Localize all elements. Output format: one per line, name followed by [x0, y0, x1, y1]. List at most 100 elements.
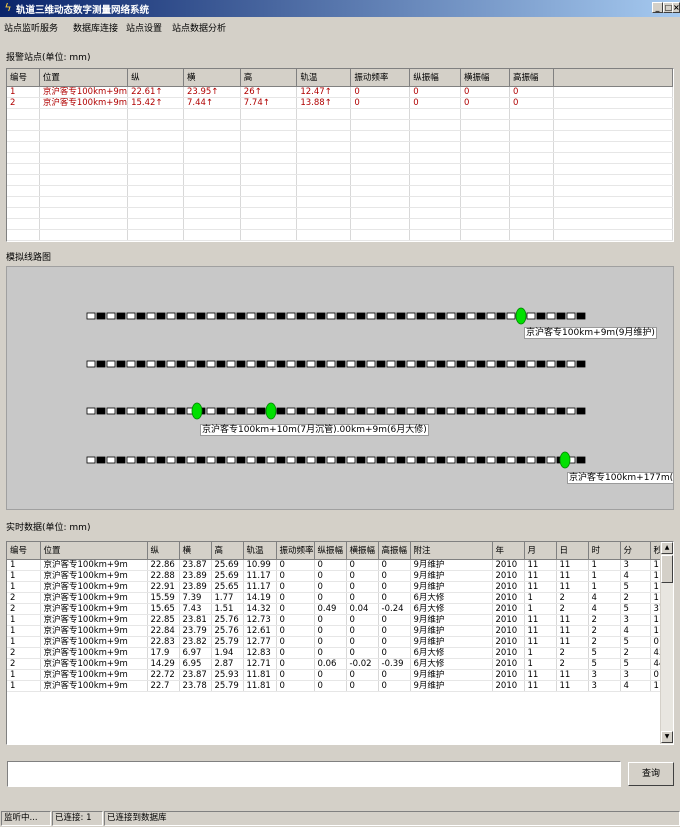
- column-header[interactable]: 月: [524, 542, 557, 560]
- column-header[interactable]: 附注: [410, 542, 493, 560]
- table-cell: 12.83: [243, 647, 277, 659]
- scroll-up-icon[interactable]: ▲: [661, 542, 673, 554]
- column-header-filler: [553, 69, 673, 87]
- table-row[interactable]: 2 京沪客专100km+9m 15.59 7.39 1.77 14.19 0 0 0 0 6月大修 2…: [7, 592, 670, 604]
- table-cell: [240, 119, 298, 131]
- column-header[interactable]: 纵振幅: [314, 542, 347, 560]
- table-row[interactable]: 1 京沪客专100km+9m 22.7 23.78 25.79 11.81 0 0 0 0 9月维护…: [7, 680, 670, 692]
- status-bar: 监听中... 已连接: 1 已连接到数据库: [0, 809, 680, 827]
- menu-listen-service[interactable]: 站点监听服务: [4, 21, 58, 34]
- column-header[interactable]: 横: [179, 542, 212, 560]
- table-cell: 1: [524, 658, 557, 670]
- table-cell: 0: [378, 680, 411, 692]
- realtime-scrollbar[interactable]: ▲ ▼: [660, 542, 673, 744]
- table-cell: [127, 141, 184, 153]
- table-cell: [409, 152, 462, 164]
- column-header[interactable]: 位置: [39, 69, 129, 87]
- station-marker[interactable]: [191, 402, 203, 420]
- column-header[interactable]: 高: [240, 69, 298, 87]
- minimize-button[interactable]: _: [652, 2, 663, 13]
- column-header[interactable]: 高振幅: [378, 542, 411, 560]
- table-row[interactable]: 1 京沪客专100km+9m 22.91 23.89 25.65 11.17 0 0 0 0 9月维…: [7, 581, 670, 593]
- table-cell: 京沪客专100km+9m: [40, 559, 148, 571]
- table-cell: [460, 174, 510, 186]
- table-cell: 京沪客专100km+9m: [40, 603, 148, 615]
- table-cell: [39, 163, 129, 175]
- track-segment: [296, 407, 306, 415]
- table-cell: [553, 141, 673, 153]
- table-row[interactable]: 1 京沪客专100km+9m 22.83 23.82 25.79 12.77 0 0 0 0 9月维…: [7, 636, 670, 648]
- column-header[interactable]: 编号: [7, 542, 41, 560]
- table-row[interactable]: 2 京沪客专100km+9m 17.9 6.97 1.94 12.83 0 0 0 0 6月大修 20…: [7, 647, 670, 659]
- table-cell: [127, 207, 184, 219]
- scroll-down-icon[interactable]: ▼: [661, 731, 673, 743]
- track-segment: [266, 456, 276, 464]
- table-row[interactable]: 1 京沪客专100km+9m 22.85 23.81 25.76 12.73 0 0 0 0 9月维…: [7, 614, 670, 626]
- column-header[interactable]: 纵: [147, 542, 180, 560]
- query-button[interactable]: 查询: [628, 762, 674, 786]
- track-segment: [356, 456, 366, 464]
- menu-db-connect[interactable]: 数据库连接: [73, 21, 118, 34]
- scroll-thumb[interactable]: [661, 555, 673, 583]
- column-header[interactable]: 日: [556, 542, 589, 560]
- table-row[interactable]: 1 京沪客专100km+9m 22.84 23.79 25.76 12.61 0 0 0 0 9月维…: [7, 625, 670, 637]
- track-segment: [116, 312, 126, 320]
- table-row[interactable]: 1 京沪客专100km+9m 22.61↑ 23.95↑ 26↑ 12.47↑ 0 0 0 0: [7, 86, 673, 98]
- column-header[interactable]: 轨温: [243, 542, 277, 560]
- table-cell: 23.87: [179, 559, 212, 571]
- column-header[interactable]: 编号: [7, 69, 40, 87]
- table-cell: [296, 108, 352, 120]
- table-cell: [460, 163, 510, 175]
- table-row[interactable]: 2 京沪客专100km+9m 15.42↑ 7.44↑ 7.74↑ 13.88↑ 0 0 0 0: [7, 97, 673, 109]
- track-segment: [546, 407, 556, 415]
- table-row[interactable]: 2 京沪客专100km+9m 15.65 7.43 1.51 14.32 0 0.49 0.04…: [7, 603, 670, 615]
- column-header[interactable]: 高振幅: [509, 69, 555, 87]
- column-header[interactable]: 分: [620, 542, 651, 560]
- table-row[interactable]: 1 京沪客专100km+9m 22.72 23.87 25.93 11.81 0 0 0 0 9月维…: [7, 669, 670, 681]
- track-segment: [496, 360, 506, 368]
- column-header[interactable]: 横振幅: [460, 69, 510, 87]
- table-row[interactable]: 2 京沪客专100km+9m 14.29 6.95 2.87 12.71 0 0.06 -0.0…: [7, 658, 670, 670]
- table-row[interactable]: 1 京沪客专100km+9m 22.88 23.89 25.69 11.17 0 0 0 0 9月维…: [7, 570, 670, 582]
- column-header[interactable]: 高: [211, 542, 244, 560]
- realtime-grid[interactable]: 编号 位置纵横高轨温 振动频率 纵振幅 横振幅 高振幅 附注年月日时分秒 1 京沪客专100k…: [6, 541, 674, 745]
- menu-site-analysis[interactable]: 站点数据分析: [172, 21, 226, 34]
- menu-site-settings[interactable]: 站点设置: [126, 21, 162, 34]
- query-input[interactable]: [7, 761, 621, 787]
- station-marker[interactable]: [515, 307, 527, 325]
- table-row[interactable]: 1 京沪客专100km+9m 22.86 23.87 25.69 10.99 0 0 0 0 9月维…: [7, 559, 670, 571]
- track-segment: [416, 360, 426, 368]
- table-cell: [7, 218, 40, 230]
- table-cell: 0: [276, 592, 315, 604]
- table-cell: [409, 119, 462, 131]
- column-header[interactable]: 横: [183, 69, 241, 87]
- station-marker[interactable]: [265, 402, 277, 420]
- column-header[interactable]: 年: [492, 542, 525, 560]
- column-header[interactable]: 时: [588, 542, 621, 560]
- table-cell: 0.04: [346, 603, 379, 615]
- track-segment: [536, 456, 546, 464]
- map-marker-label-3: 京沪客专100km+177m(8月大修): [567, 472, 673, 484]
- table-cell: 0: [346, 625, 379, 637]
- track-segment: [566, 312, 576, 320]
- column-header[interactable]: 振动频率: [350, 69, 411, 87]
- table-cell: [240, 163, 298, 175]
- column-header[interactable]: 横振幅: [346, 542, 379, 560]
- station-marker[interactable]: [559, 451, 571, 469]
- table-cell: 11: [524, 570, 557, 582]
- table-cell: 2010: [492, 570, 525, 582]
- track-segment: [226, 407, 236, 415]
- column-header[interactable]: 纵: [127, 69, 184, 87]
- table-cell: [409, 207, 462, 219]
- column-header[interactable]: 纵振幅: [409, 69, 462, 87]
- close-button[interactable]: ×: [672, 2, 680, 13]
- alarm-grid[interactable]: 编号 位置纵横高轨温 振动频率 纵振幅 横振幅 高振幅 1 京沪客专100km+9m 22.6…: [6, 68, 674, 242]
- title-bar: ϟ 轨道三维动态数字测量网络系统 _ □ ×: [0, 0, 680, 17]
- column-header[interactable]: 轨温: [296, 69, 352, 87]
- column-header[interactable]: 位置: [40, 542, 148, 560]
- empty-row: [7, 207, 673, 219]
- column-header[interactable]: 振动频率: [276, 542, 315, 560]
- table-cell: [350, 152, 411, 164]
- track-segment: [346, 360, 356, 368]
- table-cell: [127, 218, 184, 230]
